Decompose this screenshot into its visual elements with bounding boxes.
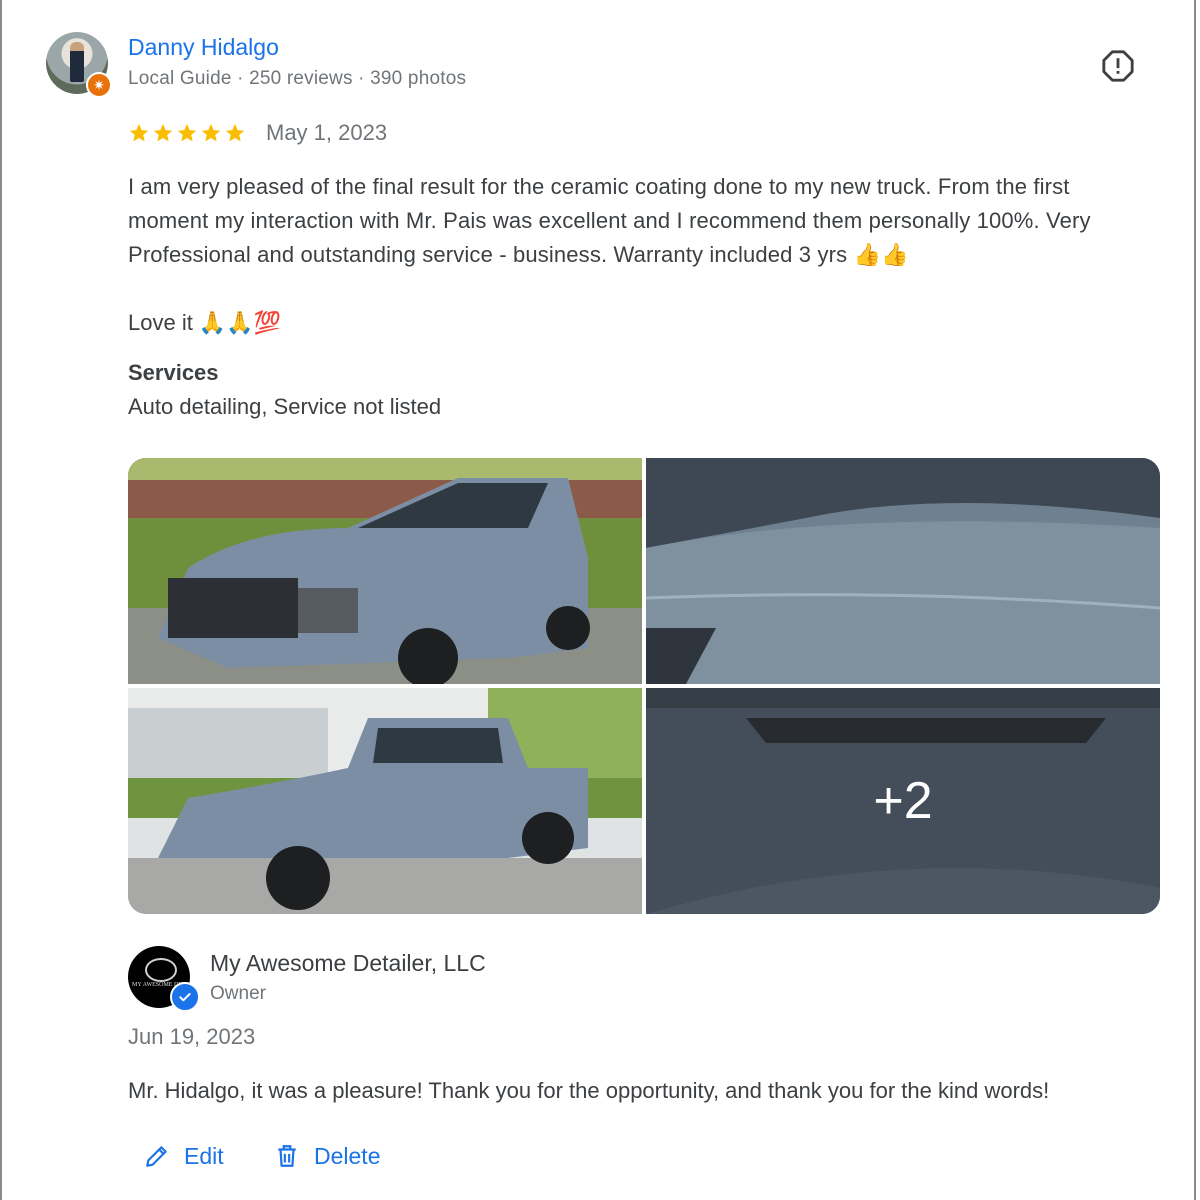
report-flag-icon <box>1102 50 1134 82</box>
review-photo-1[interactable] <box>128 458 642 684</box>
delete-label: Delete <box>314 1142 381 1169</box>
owner-logo-emblem <box>145 958 177 982</box>
verified-check-icon <box>170 982 200 1012</box>
review-text: I am very pleased of the final result fo… <box>128 174 1091 267</box>
review-card: ✷ Danny Hidalgo Local Guide · 250 review… <box>0 0 1196 1200</box>
rating-row: May 1, 2023 <box>128 120 387 146</box>
star-icon <box>129 123 149 142</box>
star-rating <box>128 122 246 144</box>
star-icon <box>201 123 221 142</box>
review-photo-grid: +2 <box>128 458 1160 914</box>
edit-reply-button[interactable]: Edit <box>144 1136 224 1176</box>
star-icon <box>225 123 245 142</box>
reviewer-avatar[interactable]: ✷ <box>46 32 112 98</box>
star-icon <box>153 123 173 142</box>
local-guide-badge-icon: ✷ <box>86 72 112 98</box>
avatar-photo <box>70 42 84 82</box>
pencil-icon <box>146 1146 167 1167</box>
delete-reply-button[interactable]: Delete <box>274 1136 380 1176</box>
reviewer-meta: Local Guide · 250 reviews · 390 photos <box>128 68 467 89</box>
owner-role: Owner <box>210 983 266 1004</box>
review-photo-2[interactable] <box>646 458 1160 684</box>
review-photo-3[interactable] <box>128 688 642 914</box>
owner-name: My Awesome Detailer, LLC <box>210 950 486 976</box>
reply-date: Jun 19, 2023 <box>128 1024 256 1049</box>
review-photo-4-more[interactable]: +2 <box>646 688 1160 914</box>
report-review-button[interactable] <box>1100 48 1136 84</box>
trash-icon <box>278 1145 296 1167</box>
edit-label: Edit <box>184 1142 224 1169</box>
services-heading: Services <box>128 360 219 385</box>
star-icon <box>177 123 197 142</box>
reviewer-name[interactable]: Danny Hidalgo <box>128 34 279 61</box>
review-date: May 1, 2023 <box>266 120 388 145</box>
services-value: Auto detailing, Service not listed <box>128 394 442 419</box>
more-photos-count[interactable]: +2 <box>646 688 1160 914</box>
review-text-second-paragraph: Love it 🙏🙏💯 <box>128 310 282 335</box>
reply-text: Mr. Hidalgo, it was a pleasure! Thank yo… <box>128 1078 1050 1103</box>
